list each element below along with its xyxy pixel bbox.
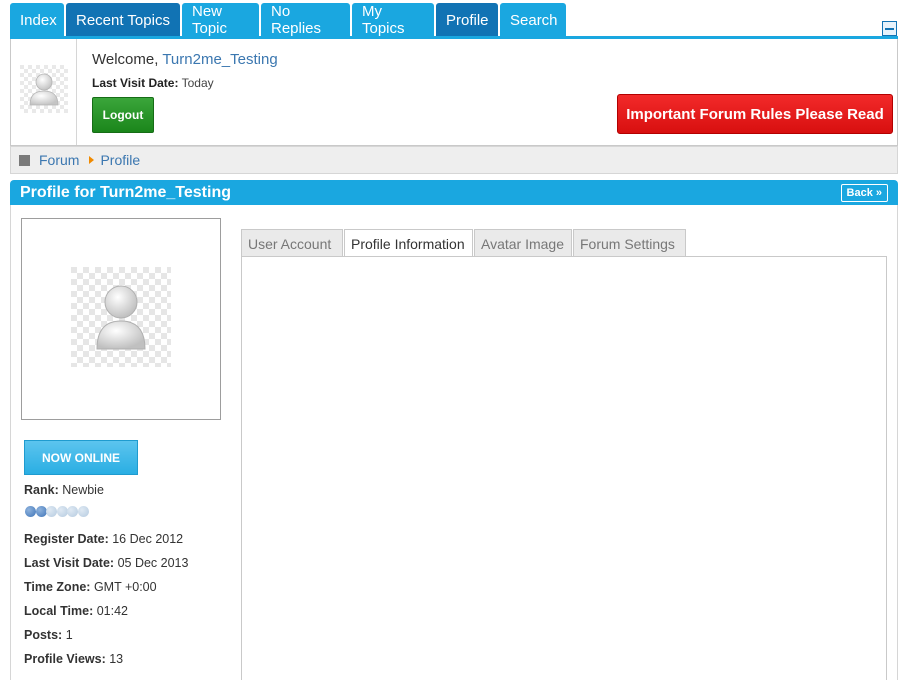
rank-dot — [46, 506, 57, 517]
tab-profile[interactable]: Profile — [436, 3, 498, 37]
last-visit-value: Today — [181, 76, 214, 90]
welcome-last-visit: Last Visit Date: Today — [92, 76, 278, 90]
tab-no-replies[interactable]: No Replies — [261, 3, 350, 37]
profile-header: Profile for Turn2me_Testing Back » — [10, 180, 898, 205]
profile-tab-panel — [241, 256, 887, 680]
rank-dot — [77, 506, 89, 517]
stat-label: Last Visit Date: — [24, 556, 115, 570]
stat-register-date: Register Date: 16 Dec 2012 — [24, 532, 183, 546]
greeting-text: Welcome, — [92, 51, 159, 68]
rank-dot — [56, 506, 68, 517]
profile-title: Profile for Turn2me_Testing — [20, 183, 231, 201]
stat-posts: Posts: 1 — [24, 628, 73, 642]
back-button[interactable]: Back » — [840, 184, 888, 202]
now-online-button[interactable]: NOW ONLINE — [24, 440, 138, 475]
stat-value: 05 Dec 2013 — [117, 556, 189, 570]
breadcrumb-profile[interactable]: Profile — [100, 152, 140, 168]
tab-user-account[interactable]: User Account — [241, 229, 343, 257]
welcome-greeting: Welcome, Turn2me_Testing — [92, 51, 278, 68]
tab-recent-topics[interactable]: Recent Topics — [66, 3, 180, 37]
breadcrumb-home-icon — [19, 154, 30, 166]
welcome-avatar-column — [11, 39, 77, 145]
tab-forum-settings[interactable]: Forum Settings — [573, 229, 686, 257]
tab-new-topic[interactable]: New Topic — [182, 3, 259, 37]
forum-rules-button[interactable]: Important Forum Rules Please Read — [617, 94, 893, 134]
rank-dot — [35, 506, 47, 517]
stat-label: Local Time: — [24, 604, 94, 618]
tab-avatar-image[interactable]: Avatar Image — [474, 229, 572, 257]
tab-search[interactable]: Search — [500, 3, 566, 37]
large-avatar-icon — [71, 267, 171, 367]
username-link[interactable]: Turn2me_Testing — [162, 51, 277, 68]
rank-dot — [67, 506, 78, 517]
collapse-icon[interactable] — [882, 21, 897, 36]
stat-local-time: Local Time: 01:42 — [24, 604, 128, 618]
stat-label: Posts: — [24, 628, 63, 642]
stat-label: Profile Views: — [24, 652, 106, 666]
rank-meter — [25, 506, 89, 517]
rank-label: Rank: — [24, 483, 59, 497]
breadcrumb-arrow-icon — [89, 156, 95, 164]
tab-profile-information[interactable]: Profile Information — [344, 229, 473, 258]
stat-value: 16 Dec 2012 — [112, 532, 184, 546]
breadcrumb-forum[interactable]: Forum — [39, 152, 79, 168]
stat-last-visit-date: Last Visit Date: 05 Dec 2013 — [24, 556, 188, 570]
stat-value: GMT +0:00 — [93, 580, 157, 594]
stat-value: 01:42 — [96, 604, 128, 618]
rank-value: Newbie — [62, 483, 104, 497]
rank-line: Rank: Newbie — [24, 483, 104, 497]
welcome-panel: Welcome, Turn2me_Testing Last Visit Date… — [10, 39, 898, 146]
top-navigation: Index Recent Topics New Topic No Replies… — [10, 3, 566, 37]
stat-time-zone: Time Zone: GMT +0:00 — [24, 580, 157, 594]
last-visit-label: Last Visit Date: — [92, 76, 179, 90]
tab-my-topics[interactable]: My Topics — [352, 3, 434, 37]
stat-value: 1 — [65, 628, 73, 642]
stat-label: Time Zone: — [24, 580, 91, 594]
profile-avatar-box — [21, 218, 221, 420]
stat-value: 13 — [109, 652, 124, 666]
rank-dot — [25, 506, 36, 517]
stat-profile-views: Profile Views: 13 — [24, 652, 123, 666]
breadcrumb: Forum Profile — [10, 146, 898, 174]
logout-button[interactable]: Logout — [92, 97, 154, 133]
profile-tabs: User Account Profile Information Avatar … — [241, 229, 687, 258]
tab-index[interactable]: Index — [10, 3, 64, 37]
small-avatar-icon — [20, 65, 68, 113]
stat-label: Register Date: — [24, 532, 109, 546]
